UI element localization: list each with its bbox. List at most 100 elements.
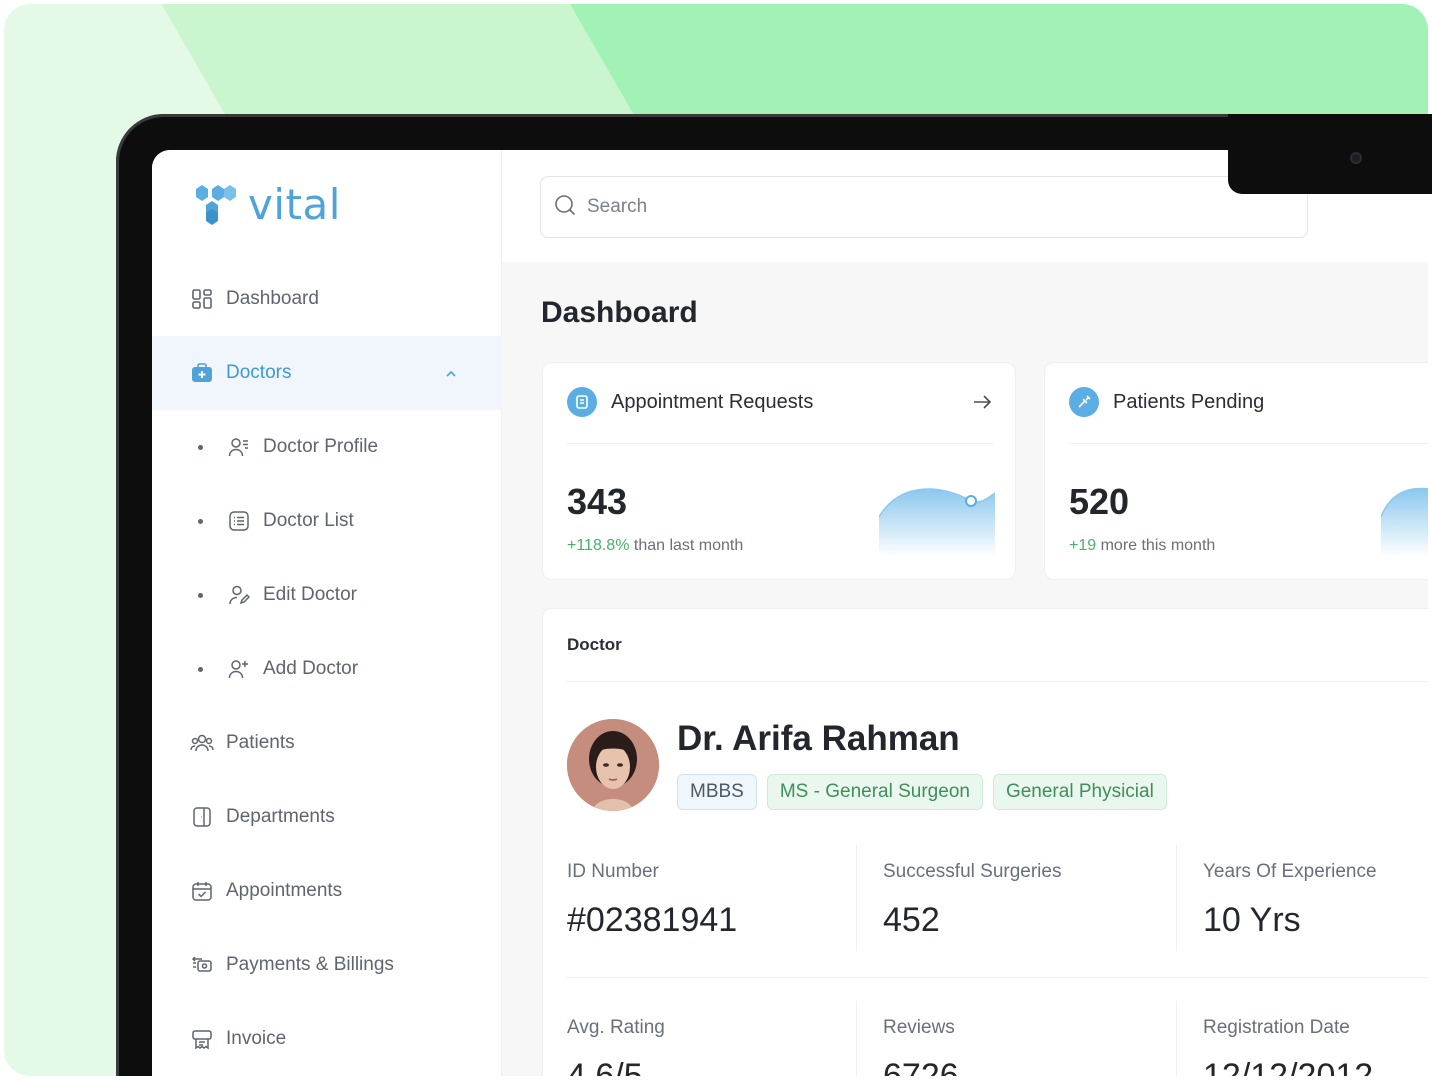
calendar-check-icon <box>190 879 214 903</box>
sidebar-item-label: Appointments <box>226 880 343 901</box>
section-label: Doctor <box>567 635 622 654</box>
sidebar-item-departments[interactable]: Departments <box>152 780 502 854</box>
appointment-requests-card[interactable]: Appointment Requests 343 +118.8% than la… <box>542 362 1016 580</box>
card-header: Appointment Requests <box>567 387 813 417</box>
sidebar-subitem-doctor-list[interactable]: Doctor List <box>152 484 502 558</box>
sidebar-item-label: Doctors <box>226 362 292 383</box>
tag-specialty: MS - General Surgeon <box>766 774 983 810</box>
sparkline-chart <box>879 488 995 557</box>
divider <box>1176 845 1177 951</box>
info-id-number: ID Number #02381941 <box>567 861 737 940</box>
sidebar-item-dashboard[interactable]: Dashboard <box>152 262 502 336</box>
chevron-up-icon[interactable] <box>444 365 458 387</box>
stat-value: 343 <box>567 481 628 522</box>
bullet <box>198 592 203 598</box>
sidebar-item-label: Dashboard <box>226 288 319 309</box>
sidebar-item-label: Patients <box>226 732 295 753</box>
stat-change: +118.8% <box>567 537 630 554</box>
info-registration-date: Registration Date 12/12/2012 <box>1203 1017 1373 1080</box>
info-experience: Years Of Experience 10 Yrs <box>1203 861 1377 940</box>
bullet <box>198 666 203 672</box>
logo-hexagon-icon <box>196 184 236 225</box>
sidebar-item-patients[interactable]: Patients <box>152 706 502 780</box>
stat-note: +118.8% than last month <box>567 537 743 555</box>
syringe-icon <box>1069 387 1099 417</box>
sidebar-item-label: Departments <box>226 806 335 827</box>
department-door-icon <box>190 805 214 829</box>
doctor-name: Dr. Arifa Rahman <box>677 719 960 758</box>
card-header: Patients Pending <box>1069 387 1264 417</box>
sidebar-subitem-label: Doctor Profile <box>263 436 379 457</box>
user-add-icon <box>227 657 251 681</box>
users-icon <box>190 731 214 755</box>
info-label: Years Of Experience <box>1203 861 1377 882</box>
user-edit-icon <box>227 583 251 607</box>
sidebar-subitem-edit-doctor[interactable]: Edit Doctor <box>152 558 502 632</box>
medical-bag-icon <box>190 361 214 385</box>
frame-edge <box>0 1076 1432 1080</box>
search-box[interactable] <box>540 176 1308 238</box>
card-title: Patients Pending <box>1113 390 1265 413</box>
sidebar-subitem-doctor-profile[interactable]: Doctor Profile <box>152 410 502 484</box>
dashboard-grid-icon <box>190 287 214 311</box>
info-surgeries: Successful Surgeries 452 <box>883 861 1061 940</box>
divider <box>1176 1001 1177 1080</box>
page-title: Dashboard <box>541 296 698 329</box>
info-label: Successful Surgeries <box>883 861 1062 882</box>
info-label: Reviews <box>883 1017 955 1038</box>
laptop-notch <box>1228 114 1432 194</box>
stat-note: +19 more this month <box>1069 537 1215 555</box>
info-reviews: Reviews 6726 <box>883 1017 959 1080</box>
sidebar: vital Dashboard Doctors Doctor Profile D… <box>152 150 502 1076</box>
user-card-icon <box>227 435 251 459</box>
divider <box>567 977 1431 978</box>
doctor-avatar <box>567 719 659 811</box>
info-label: Registration Date <box>1203 1017 1350 1038</box>
sidebar-subitem-label: Edit Doctor <box>263 584 357 605</box>
list-icon <box>227 509 251 533</box>
camera-icon <box>1350 152 1362 164</box>
card-title: Appointment Requests <box>611 390 814 413</box>
search-icon <box>553 193 577 222</box>
divider <box>567 681 1431 682</box>
invoice-receipt-icon <box>190 1027 214 1051</box>
stat-change: +19 <box>1069 537 1097 554</box>
sparkline-chart <box>1381 487 1429 557</box>
patients-pending-card[interactable]: Patients Pending 520 +19 more this month <box>1044 362 1432 580</box>
logo[interactable]: vital <box>192 180 341 229</box>
bullet <box>198 518 203 524</box>
sidebar-subitem-add-doctor[interactable]: Add Doctor <box>152 632 502 706</box>
appointment-icon <box>567 387 597 417</box>
search-input[interactable] <box>587 196 1187 218</box>
sidebar-subitem-label: Add Doctor <box>263 658 359 679</box>
sidebar-item-invoice[interactable]: Invoice <box>152 1002 502 1076</box>
info-label: ID Number <box>567 861 659 882</box>
divider <box>856 845 857 951</box>
logo-text: vital <box>248 180 341 229</box>
qualification-tags: MBBS MS - General Surgeon General Physic… <box>677 774 1167 810</box>
bullet <box>198 444 203 450</box>
stat-change-suffix: than last month <box>629 537 744 554</box>
stat-change-suffix: more this month <box>1096 537 1216 554</box>
sidebar-item-label: Invoice <box>226 1028 287 1049</box>
doctor-card: Doctor Dr. Arifa Rahman MBBS MS - Genera… <box>542 608 1432 1080</box>
marketing-frame: vital Dashboard Doctors Doctor Profile D… <box>0 0 1432 1080</box>
sidebar-item-payments[interactable]: Payments & Billings <box>152 928 502 1002</box>
payment-cash-icon <box>190 953 214 977</box>
tag-specialty: General Physicial <box>992 774 1167 810</box>
sidebar-item-doctors[interactable]: Doctors <box>152 336 502 410</box>
info-value: 452 <box>883 901 940 939</box>
tag-degree: MBBS <box>677 774 757 810</box>
stat-value: 520 <box>1069 481 1130 522</box>
info-rating: Avg. Rating 4.6/5 <box>567 1017 665 1080</box>
sidebar-item-label: Payments & Billings <box>226 954 394 975</box>
info-label: Avg. Rating <box>567 1017 665 1038</box>
sidebar-item-appointments[interactable]: Appointments <box>152 854 502 928</box>
info-value: #02381941 <box>567 901 738 939</box>
divider <box>856 1001 857 1080</box>
sidebar-subitem-label: Doctor List <box>263 510 354 531</box>
divider <box>1069 443 1432 444</box>
info-value: 10 Yrs <box>1203 901 1301 939</box>
arrow-right-icon[interactable] <box>971 391 993 418</box>
divider <box>567 443 993 444</box>
